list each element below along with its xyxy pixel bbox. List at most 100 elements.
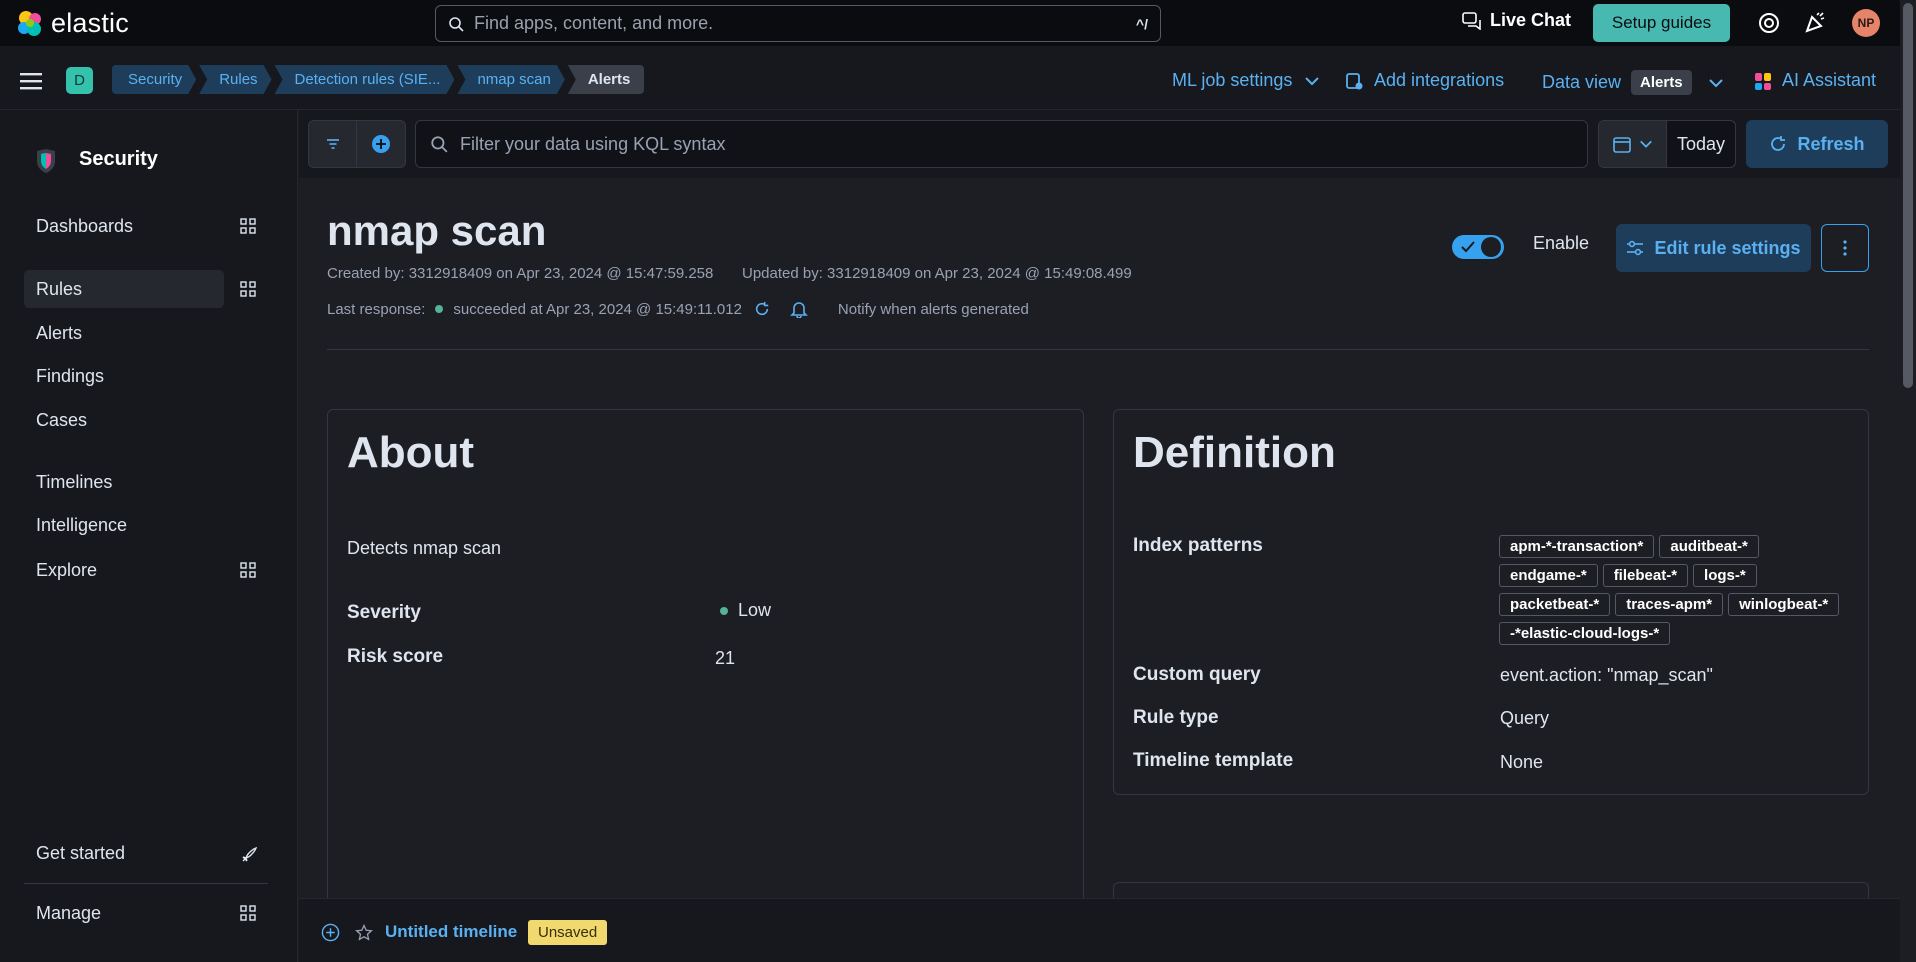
risk-score-value: 21 <box>715 648 736 668</box>
check-icon <box>1461 241 1475 253</box>
sidebar-item-cases[interactable]: Cases <box>36 410 87 431</box>
created-by: Created by: 3312918409 on Apr 23, 2024 @… <box>327 265 714 282</box>
bell-icon[interactable] <box>789 300 808 318</box>
index-pattern-tag: -*elastic-cloud-logs-* <box>1499 622 1671 645</box>
sidebar-item-get-started[interactable]: Get started <box>36 843 125 864</box>
data-view-label: Data view <box>1542 72 1622 92</box>
ai-assistant-label: AI Assistant <box>1782 70 1877 90</box>
last-response-value: succeeded at Apr 23, 2024 @ 15:49:11.012 <box>453 300 742 318</box>
breadcrumb-alerts: Alerts <box>567 65 645 94</box>
risk-score-label: Risk score <box>347 646 444 667</box>
elastic-logo-icon <box>18 11 41 36</box>
space-badge[interactable]: D <box>66 67 93 94</box>
search-icon <box>431 136 448 153</box>
live-chat-button[interactable]: Live Chat <box>1462 10 1571 31</box>
sidebar-item-explore[interactable]: Explore <box>36 560 97 581</box>
index-pattern-tag: packetbeat-* <box>1499 593 1611 616</box>
star-icon[interactable] <box>355 924 373 942</box>
apps-grid-icon[interactable] <box>240 905 256 921</box>
add-integrations-label: Add integrations <box>1374 70 1505 90</box>
rule-type-label: Rule type <box>1133 707 1219 728</box>
sidebar-item-alerts[interactable]: Alerts <box>36 323 82 344</box>
search-icon <box>449 16 464 32</box>
search-placeholder: Find apps, content, and more. <box>474 13 714 33</box>
data-view-picker[interactable]: Data view Alerts <box>1542 70 1724 95</box>
side-nav <box>0 110 298 962</box>
elastic-logo[interactable]: elastic <box>15 8 129 39</box>
search-shortcut: ^/ <box>1135 15 1148 32</box>
timeline-template-value: None <box>1500 752 1544 772</box>
enable-label: Enable <box>1533 233 1590 253</box>
sidebar-item-rules[interactable]: Rules <box>24 270 224 308</box>
rule-description: Detects nmap scan <box>347 538 502 558</box>
chevron-down-icon <box>1708 78 1723 87</box>
timeline-name[interactable]: Untitled timeline <box>385 922 517 942</box>
edit-rule-label: Edit rule settings <box>1654 237 1801 258</box>
filter-controls <box>308 120 406 168</box>
more-actions-button[interactable] <box>1821 224 1869 272</box>
ai-assistant-icon <box>1755 72 1771 90</box>
refresh-button[interactable]: Refresh <box>1746 120 1888 168</box>
global-search-input[interactable]: Find apps, content, and more. ^/ <box>435 5 1161 42</box>
index-patterns-label: Index patterns <box>1133 535 1263 556</box>
rocket-icon <box>242 846 258 862</box>
sidebar-item-intelligence[interactable]: Intelligence <box>36 515 127 536</box>
sidebar-item-timelines[interactable]: Timelines <box>36 472 112 493</box>
date-value: Today <box>1677 133 1726 154</box>
index-pattern-tag: logs-* <box>1693 564 1757 587</box>
refresh-icon[interactable] <box>754 301 770 317</box>
enable-rule-toggle[interactable] <box>1452 235 1504 259</box>
sidebar-item-manage[interactable]: Manage <box>36 903 101 924</box>
rule-type-value: Query <box>1500 708 1550 728</box>
status-badge: Unsaved <box>528 920 608 945</box>
sidebar-title: Security <box>79 148 158 170</box>
sidebar-item-label: Rules <box>36 278 83 299</box>
scrollbar-thumb[interactable] <box>1903 3 1913 388</box>
custom-query-label: Custom query <box>1133 664 1261 685</box>
kql-search-input[interactable]: Filter your data using KQL syntax <box>415 120 1588 168</box>
index-pattern-tag: filebeat-* <box>1602 564 1689 587</box>
index-patterns-list: apm-*-transaction* auditbeat-* endgame-*… <box>1499 535 1859 645</box>
calendar-icon <box>1612 137 1631 153</box>
apps-grid-icon[interactable] <box>240 218 256 234</box>
apps-grid-icon[interactable] <box>240 281 256 297</box>
plus-circle-icon <box>372 135 390 153</box>
chevron-down-icon <box>1639 140 1652 148</box>
chat-icon <box>1462 11 1481 30</box>
last-response: Last response: succeeded at Apr 23, 2024… <box>327 300 1029 318</box>
sidebar-item-dashboards[interactable]: Dashboards <box>36 216 133 237</box>
severity-text: Low <box>738 600 772 620</box>
breadcrumb-detection-rules[interactable]: Detection rules (SIE... <box>275 65 455 94</box>
index-pattern-tag: winlogbeat-* <box>1728 593 1840 616</box>
news-feed-icon[interactable] <box>1803 11 1827 35</box>
setup-guides-button[interactable]: Setup guides <box>1593 4 1730 42</box>
refresh-label: Refresh <box>1797 133 1865 154</box>
filter-menu-button[interactable] <box>309 121 358 167</box>
toggle-knob <box>1481 237 1501 257</box>
date-quick-menu[interactable] <box>1599 121 1667 167</box>
timeline-template-label: Timeline template <box>1133 750 1294 771</box>
ml-job-settings-button[interactable]: ML job settings <box>1172 70 1320 91</box>
edit-rule-settings-button[interactable]: Edit rule settings <box>1616 224 1811 272</box>
user-avatar[interactable]: NP <box>1852 9 1880 37</box>
apps-grid-icon[interactable] <box>240 562 256 578</box>
filter-icon <box>326 139 339 149</box>
logo-text: elastic <box>51 7 129 38</box>
severity-value: Low <box>720 600 771 621</box>
help-icon[interactable] <box>1757 11 1781 35</box>
sidebar-divider <box>24 883 268 884</box>
sidebar-item-findings[interactable]: Findings <box>36 366 104 387</box>
plus-circle-icon[interactable] <box>321 923 340 942</box>
menu-icon[interactable] <box>20 72 42 90</box>
breadcrumb-security[interactable]: Security <box>112 65 196 94</box>
add-integrations-button[interactable]: Add integrations <box>1345 70 1504 91</box>
breadcrumb-rules[interactable]: Rules <box>199 65 271 94</box>
kql-placeholder: Filter your data using KQL syntax <box>460 133 726 154</box>
refresh-icon <box>1771 136 1786 151</box>
updated-by: Updated by: 3312918409 on Apr 23, 2024 @… <box>742 265 1132 282</box>
ai-assistant-button[interactable]: AI Assistant <box>1754 70 1876 91</box>
date-picker[interactable]: Today <box>1598 120 1736 168</box>
controls-icon <box>1627 240 1644 256</box>
breadcrumb-nmap-scan[interactable]: nmap scan <box>457 65 564 94</box>
add-filter-button[interactable] <box>357 121 405 167</box>
